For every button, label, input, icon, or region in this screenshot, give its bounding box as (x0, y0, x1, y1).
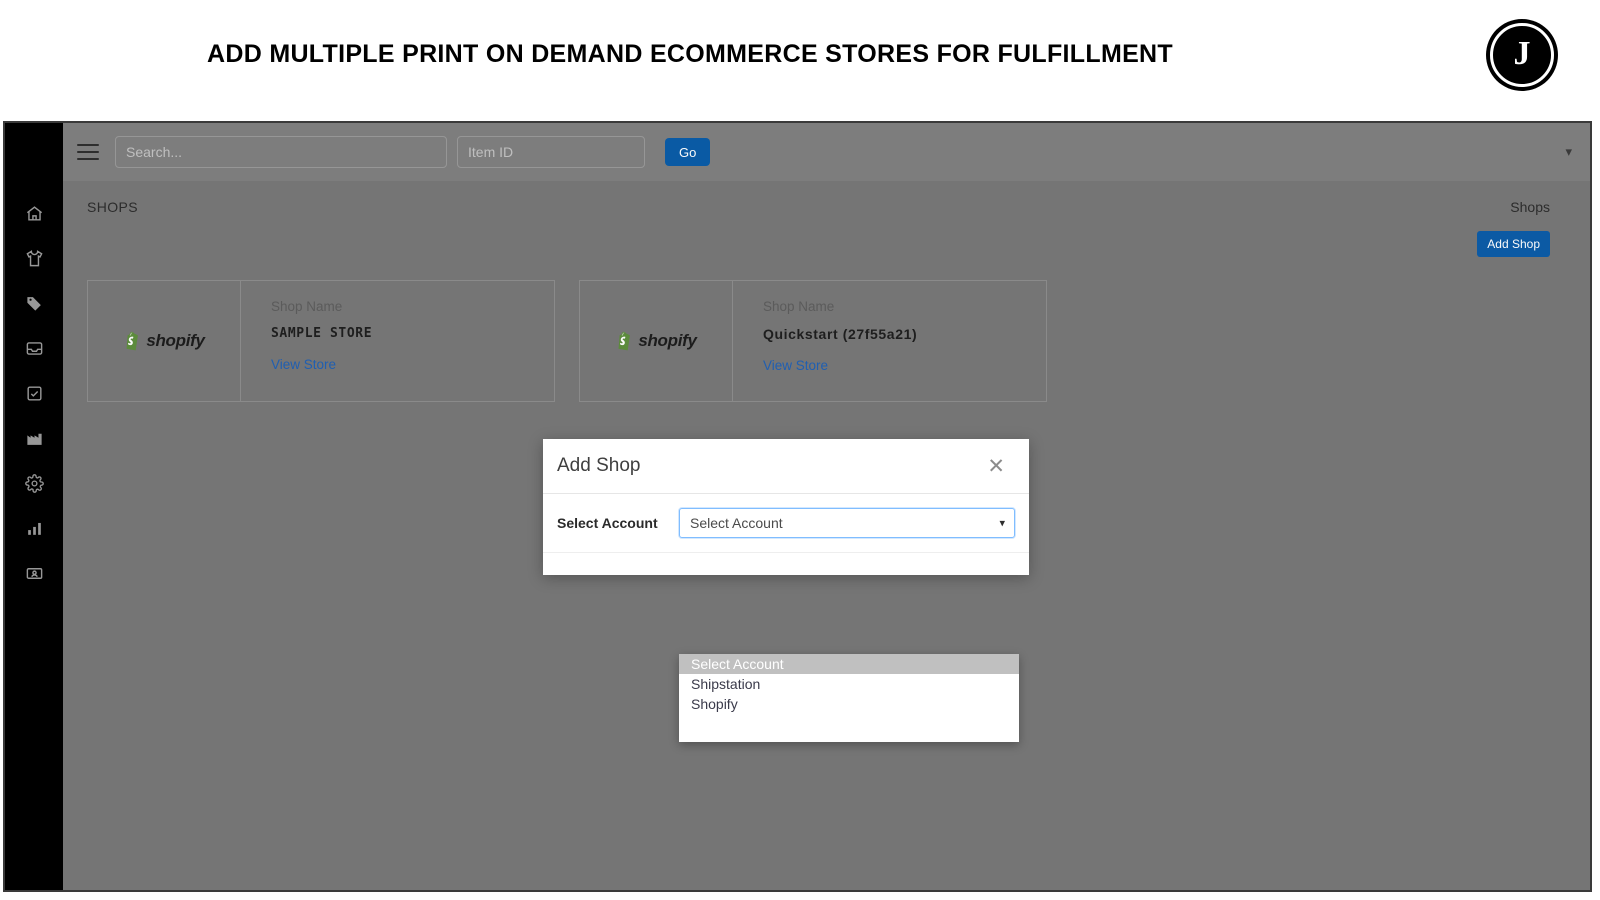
select-option-placeholder[interactable]: Select Account (679, 654, 1019, 674)
select-option-shopify[interactable]: Shopify (679, 694, 1019, 714)
logo-ring: J (1490, 23, 1554, 87)
logo-letter: J (1513, 35, 1531, 72)
add-shop-modal: Add Shop ✕ Select Account Select Account… (543, 439, 1029, 575)
modal-header: Add Shop ✕ (543, 439, 1029, 494)
modal-title: Add Shop (557, 455, 641, 476)
modal-body: Select Account Select Account ▾ (543, 494, 1029, 553)
page-title-heading: ADD MULTIPLE PRINT ON DEMAND ECOMMERCE S… (207, 40, 1173, 68)
app-screenshot-frame: Go ▾ SHOPS Shops Add Shop (3, 121, 1592, 892)
select-account-value: Select Account (690, 515, 783, 531)
modal-footer (543, 553, 1029, 575)
select-option-shipstation[interactable]: Shipstation (679, 674, 1019, 694)
chevron-down-icon: ▾ (999, 517, 1005, 530)
page-banner: ADD MULTIPLE PRINT ON DEMAND ECOMMERCE S… (0, 0, 1600, 119)
select-account-options-list: Select Account Shipstation Shopify (679, 654, 1019, 742)
close-icon[interactable]: ✕ (987, 456, 1005, 477)
select-account-dropdown[interactable]: Select Account ▾ (679, 508, 1015, 538)
select-account-label: Select Account (557, 515, 658, 531)
brand-logo: J (1486, 19, 1558, 91)
